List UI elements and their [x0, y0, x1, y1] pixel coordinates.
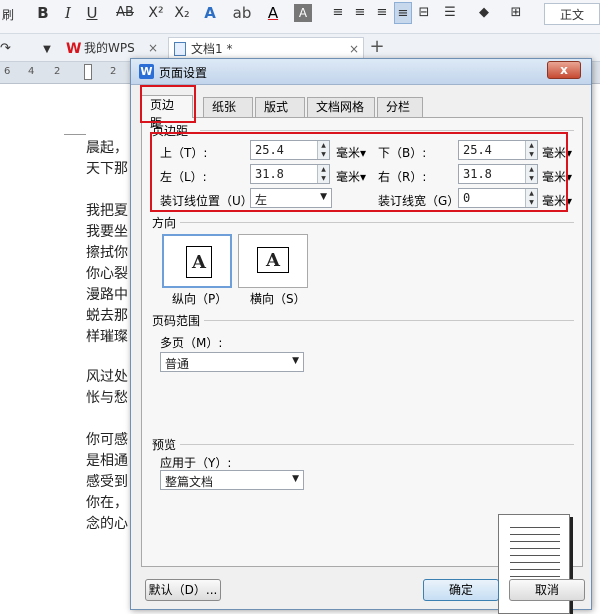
ruler-tick: 4: [28, 66, 35, 77]
portrait-page-icon: A: [186, 246, 212, 278]
char-shading-icon[interactable]: A: [294, 4, 312, 22]
dialog-title: 页面设置: [159, 66, 208, 80]
doc-line: 蜕去那: [86, 308, 128, 324]
doc-line: 你可感: [86, 432, 128, 448]
align-center-icon[interactable]: ≡: [352, 2, 368, 24]
tab-paper[interactable]: 纸张: [203, 97, 253, 117]
border-icon[interactable]: ⊞: [506, 2, 526, 24]
wps-writer-icon: W: [139, 64, 154, 79]
orientation-section-title: 方向: [152, 216, 177, 230]
tab-label: 文档1 *: [191, 42, 233, 56]
multiple-pages-select[interactable]: 普通 ▼: [160, 352, 304, 372]
ruler-tick: 6: [4, 66, 11, 77]
superscript-button[interactable]: X²: [146, 2, 166, 24]
doc-line: 你心裂: [86, 266, 128, 282]
section-divider: [200, 130, 574, 131]
landscape-label[interactable]: 横向（S）: [250, 290, 306, 307]
cancel-button[interactable]: 取消: [509, 579, 585, 601]
default-button[interactable]: 默认（D）...: [145, 579, 221, 601]
tab-document-grid[interactable]: 文档网格: [307, 97, 375, 117]
document-icon: [174, 42, 186, 56]
margins-tab-highlight: [140, 85, 196, 123]
style-name-box[interactable]: 正文: [544, 3, 600, 25]
section-divider: [180, 444, 574, 445]
doc-line: 擦拭你: [86, 245, 128, 261]
section-divider: [204, 320, 574, 321]
ruler-tick: 2: [54, 66, 61, 77]
doc-line: 感受到: [86, 474, 128, 490]
doc-line: 是相通: [86, 453, 128, 469]
doc-line: 风过处: [86, 369, 128, 385]
new-tab-icon[interactable]: +: [368, 36, 386, 58]
apply-to-select[interactable]: 整篇文档 ▼: [160, 470, 304, 490]
page-range-section-title: 页码范围: [152, 314, 201, 328]
highlight-icon[interactable]: ab: [232, 2, 252, 24]
doc-line: 样璀璨: [86, 329, 128, 345]
landscape-option[interactable]: A: [238, 234, 308, 288]
italic-button[interactable]: I: [60, 2, 76, 24]
subscript-button[interactable]: X₂: [172, 2, 192, 24]
wps-logo-icon: W: [66, 41, 82, 57]
section-divider: [180, 222, 574, 223]
align-left-icon[interactable]: ≡: [330, 2, 346, 24]
multiple-pages-value: 普通: [165, 357, 190, 371]
doc-line: 怅与愁: [86, 390, 128, 406]
close-icon[interactable]: ×: [148, 37, 158, 59]
tab-my-wps[interactable]: W 我的WPS ×: [62, 37, 162, 59]
doc-line: 念的心: [86, 516, 128, 532]
align-right-icon[interactable]: ≡: [374, 2, 390, 24]
tab-document1[interactable]: 文档1 * ×: [168, 37, 364, 59]
apply-to-value: 整篇文档: [165, 475, 214, 489]
apply-to-label: 应用于（Y）:: [160, 456, 232, 470]
tab-label: 我的WPS: [84, 41, 135, 55]
format-painter-label[interactable]: 刷: [0, 4, 16, 26]
preview-section-title: 预览: [152, 438, 177, 452]
doc-line: 漫路中: [86, 287, 128, 303]
redo-icon[interactable]: ↷: [0, 38, 11, 60]
chevron-down-icon: ▼: [292, 356, 299, 366]
tab-columns[interactable]: 分栏: [377, 97, 423, 117]
shading-fill-icon[interactable]: ◆: [474, 2, 494, 24]
tab-list-icon[interactable]: ▼: [42, 39, 52, 61]
doc-line: 晨起，: [86, 140, 128, 156]
doc-line: 我要坐: [86, 224, 128, 240]
portrait-label[interactable]: 纵向（P）: [172, 290, 227, 307]
margins-fields-highlight: [150, 132, 568, 212]
margin-corner-mark: [64, 134, 86, 135]
doc-line: 天下那: [86, 161, 128, 177]
font-color-icon[interactable]: A: [264, 2, 282, 24]
dialog-titlebar[interactable]: W 页面设置 x: [131, 59, 591, 85]
close-icon[interactable]: ×: [349, 38, 359, 60]
tab-layout[interactable]: 版式: [255, 97, 305, 117]
ruler-tick: 2: [110, 66, 117, 77]
bold-button[interactable]: B: [34, 2, 52, 24]
indent-marker-icon[interactable]: [84, 64, 92, 80]
ok-button[interactable]: 确定: [423, 579, 499, 601]
multiple-pages-label: 多页（M）:: [160, 336, 223, 350]
strikethrough-button[interactable]: AB: [112, 2, 138, 24]
underline-button[interactable]: U: [84, 2, 100, 24]
doc-line: 你在，: [86, 495, 128, 511]
distributed-align-icon[interactable]: ⊟: [416, 2, 432, 24]
close-button[interactable]: x: [547, 61, 581, 79]
line-spacing-icon[interactable]: ☰: [440, 2, 460, 24]
landscape-page-icon: A: [257, 247, 289, 273]
formatting-toolbar: 刷 B I U AB X² X₂ A ab A A ≡ ≡ ≡ ≡ ⊟ ☰ ◆ …: [0, 0, 600, 34]
text-effect-icon[interactable]: A: [200, 2, 220, 24]
align-justify-icon[interactable]: ≡: [394, 2, 412, 24]
portrait-option[interactable]: A: [162, 234, 232, 288]
chevron-down-icon: ▼: [292, 474, 299, 484]
doc-line: 我把夏: [86, 203, 128, 219]
